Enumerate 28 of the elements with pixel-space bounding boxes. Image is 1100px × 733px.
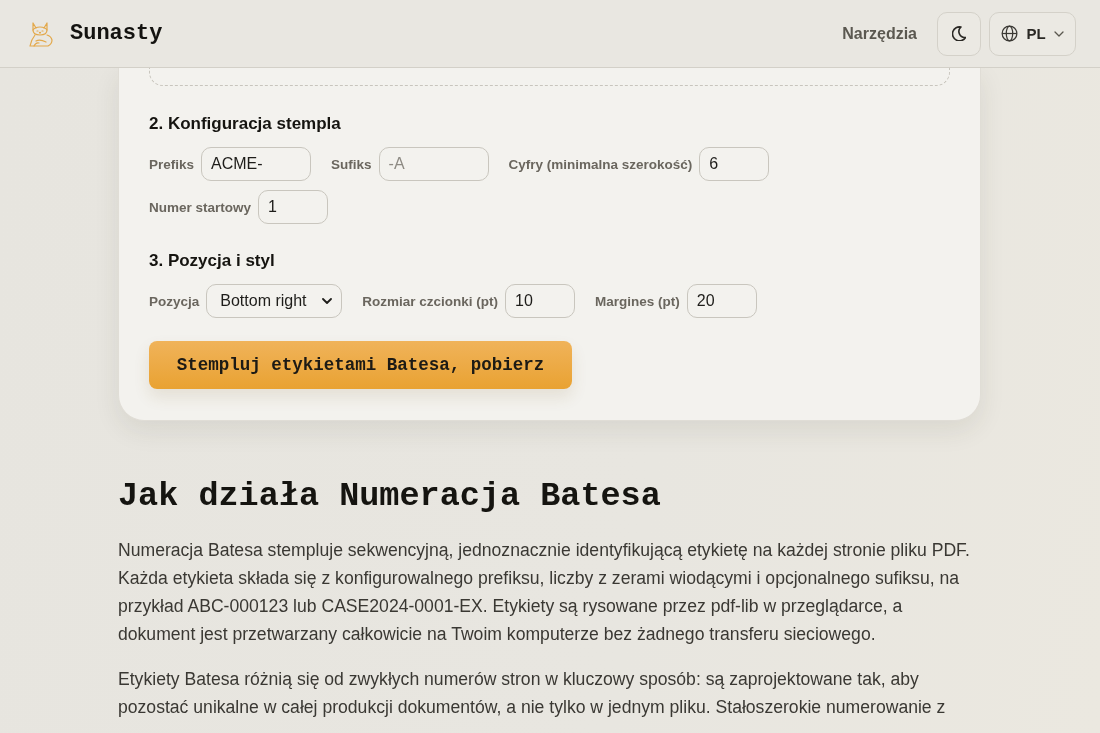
select-field[interactable]: Bottom right	[206, 284, 343, 318]
input-field[interactable]: 10	[505, 284, 576, 318]
tools-link[interactable]: Narzędzia	[842, 24, 917, 43]
input-field[interactable]: 1	[258, 190, 329, 224]
input-field[interactable]: 20	[686, 284, 757, 318]
stamp-download-button[interactable]: Stempluj etykietami Batesa, pobierz	[149, 341, 572, 389]
article-paragraph: Numeracja Batesa stempluje sekwencyjną, jednoznacznie identyfikującą etykietę na każdej stronie pliku PDF. Każda etykieta składa się z konfigurowalnego prefiksu, liczby z zerami wiodącymi i opcjonalnego sufiksu, na przykład ABC-000123 lub CASE2024-0001-EX. Etykiety są rysowane przez pdf-lib w przeglądarce, a dokument jest przetwarzany całkowicie na Twoim komputerze bez żadnego transferu sieciowego.	[118, 539, 971, 646]
field-label: Pozycja	[149, 293, 200, 309]
chevron-down-icon	[1053, 30, 1064, 37]
language-button[interactable]: PL	[989, 11, 1076, 56]
field-label: Sufiks	[331, 156, 372, 172]
section-heading: 3. Pozycja i styl	[149, 250, 276, 272]
field-label: Margines (pt)	[595, 293, 680, 309]
globe-icon	[1001, 25, 1019, 42]
field-label: Numer startowy	[149, 199, 252, 215]
article-paragraph: Etykiety Batesa różnią się od zwykłych numerów stron w kluczowy sposób: są zaprojektowane tak, aby pozostać unikalne w całej produkcji dokumentów, a nie tylko w jednym pliku. Stałoszerokie numerowanie z	[118, 668, 947, 719]
chevron-down-icon	[322, 298, 333, 304]
input-field[interactable]: -A	[378, 147, 489, 181]
input-field[interactable]: ACME-	[201, 147, 312, 181]
article-heading: Jak działa Numeracja Batesa	[118, 476, 662, 516]
field-label: Prefiks	[149, 156, 195, 172]
moon-icon	[952, 26, 966, 41]
brand-name: Sunasty	[70, 21, 163, 46]
theme-toggle-button[interactable]	[937, 11, 981, 56]
field-label: Rozmiar czcionki (pt)	[362, 293, 499, 309]
input-field[interactable]: 6	[699, 147, 770, 181]
field-label: Cyfry (minimalna szerokość)	[508, 156, 693, 172]
section-heading: 2. Konfiguracja stempla	[149, 113, 342, 135]
